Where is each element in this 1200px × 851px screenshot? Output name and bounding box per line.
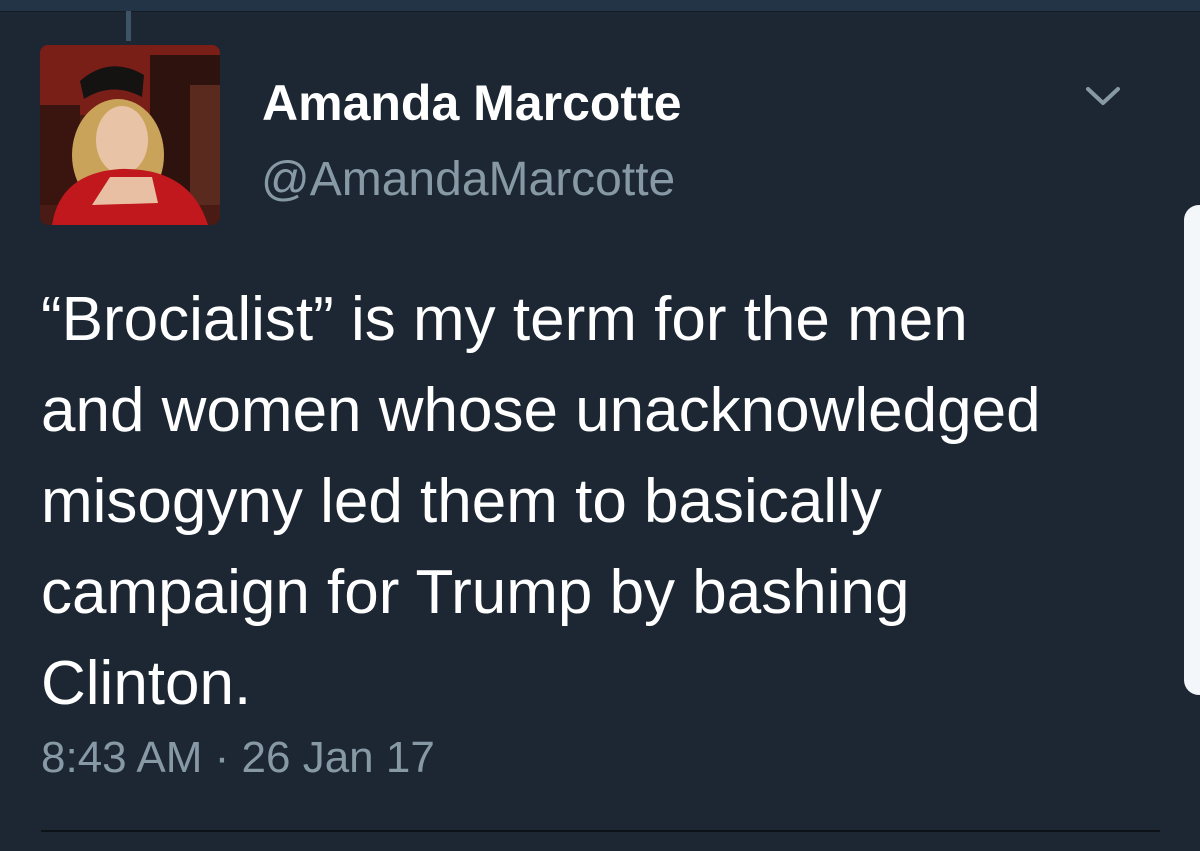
tweet-text-line: and women whose unacknowledged bbox=[41, 376, 1041, 445]
avatar[interactable] bbox=[40, 45, 220, 225]
tweet-text-line: misogyny led them to basically bbox=[41, 467, 882, 536]
user-handle[interactable]: @AmandaMarcotte bbox=[261, 152, 675, 207]
tweet-timestamp[interactable]: 8:43 AM · 26 Jan 17 bbox=[41, 733, 435, 783]
thread-connector-line bbox=[126, 11, 131, 41]
tweet-text-line: “Brocialist” is my term for the men bbox=[41, 285, 968, 354]
display-name[interactable]: Amanda Marcotte bbox=[262, 74, 682, 132]
tweet-menu-button[interactable] bbox=[1080, 80, 1126, 116]
divider bbox=[41, 830, 1160, 832]
avatar-image bbox=[40, 45, 220, 225]
tweet-text-line: Clinton. bbox=[41, 649, 252, 718]
scrollbar-edge bbox=[1184, 205, 1200, 695]
chevron-down-icon bbox=[1086, 87, 1120, 105]
tweet-text: “Brocialist” is my term for the men and … bbox=[41, 274, 1151, 729]
top-edge bbox=[0, 0, 1200, 12]
tweet-text-line: campaign for Trump by bashing bbox=[41, 558, 910, 627]
